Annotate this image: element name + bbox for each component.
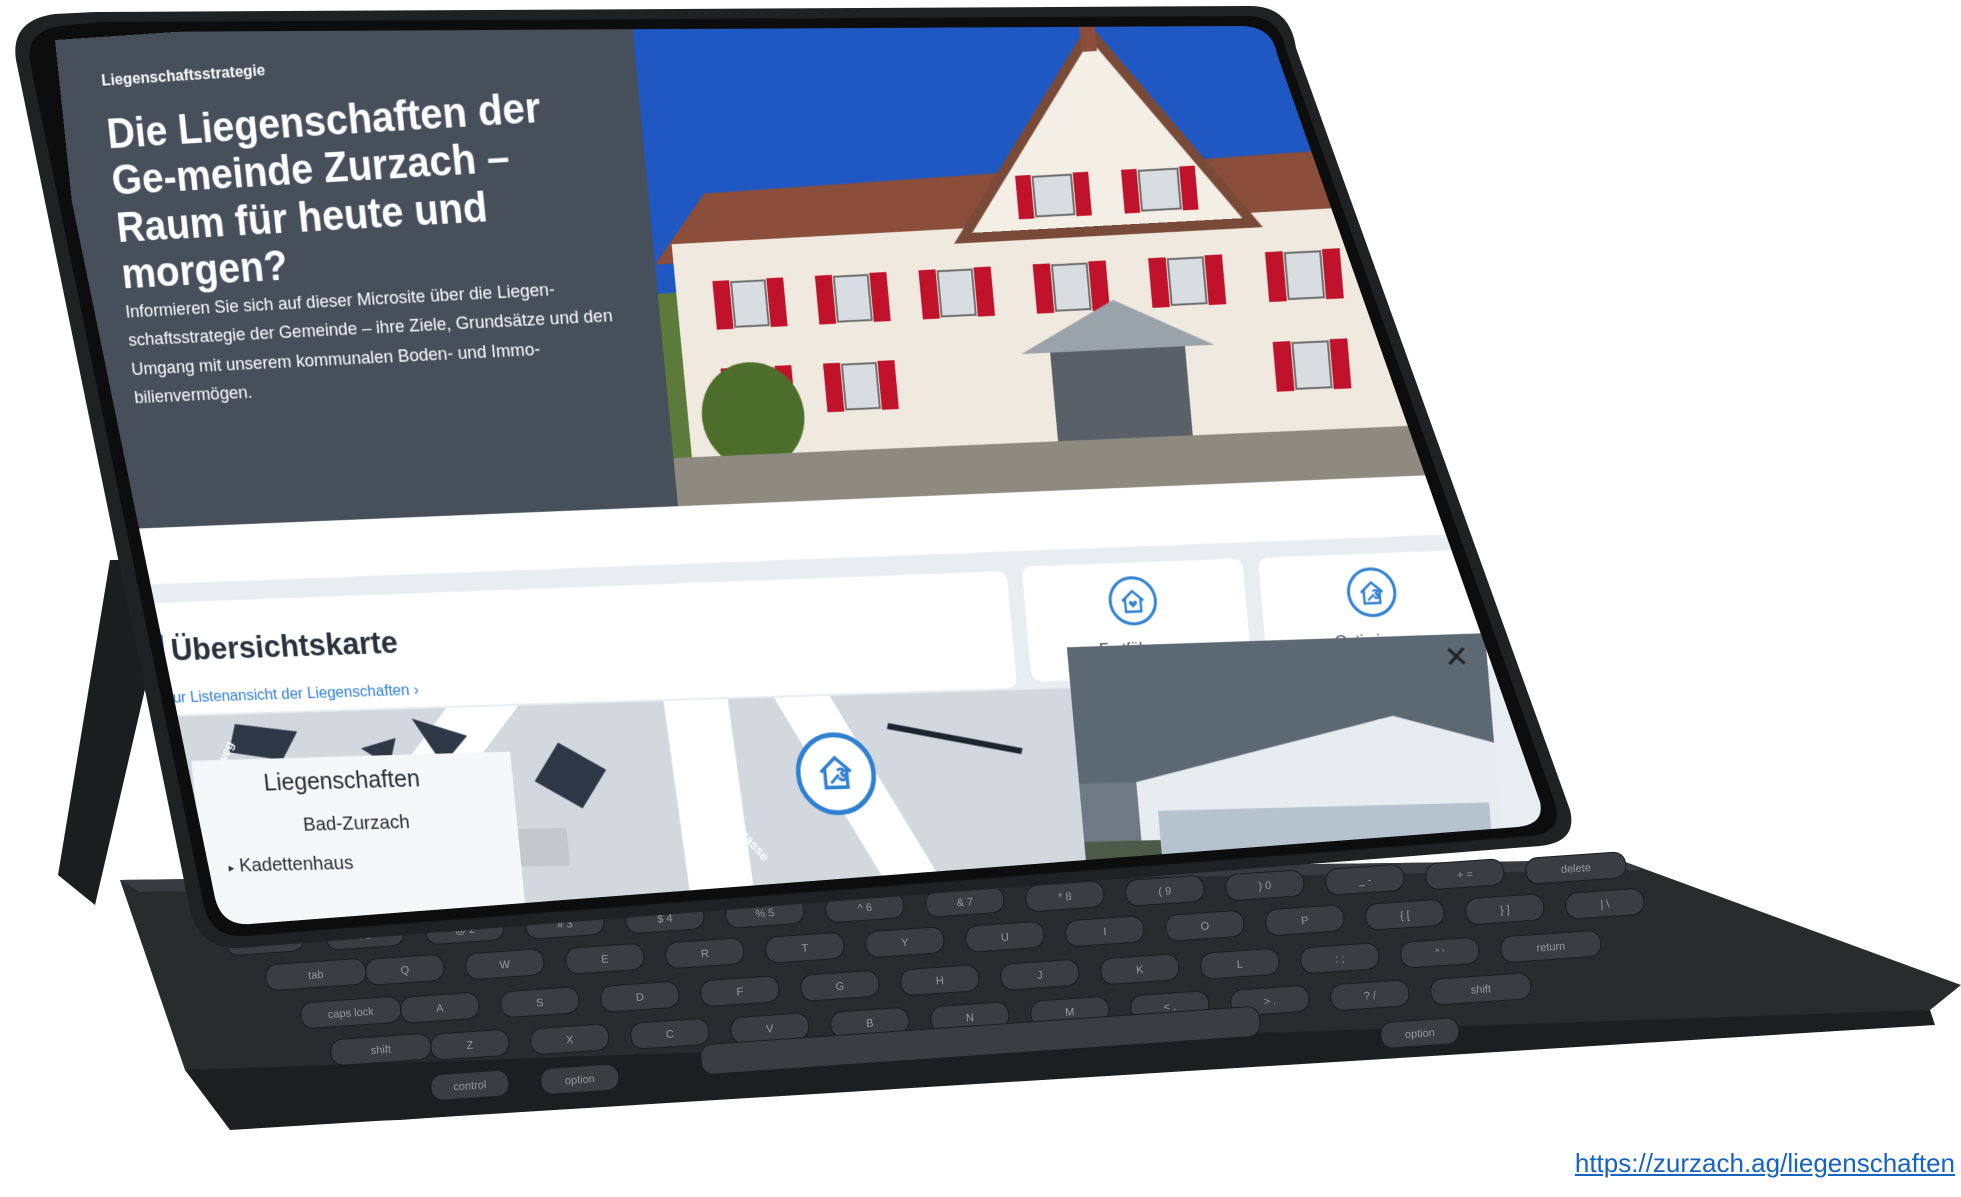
house-heart-icon bbox=[1107, 575, 1159, 626]
property-name: Kadettenhaus bbox=[238, 852, 355, 877]
house-wrench-icon bbox=[1345, 567, 1398, 618]
device-scene: ~! 1@ 2# 3$ 4% 5^ 6& 7* 8( 9) 0_ -+ =del… bbox=[0, 0, 1961, 1197]
property-list-title: Liegenschaften bbox=[262, 763, 422, 797]
source-url-link[interactable]: https://zurzach.ag/liegenschaften bbox=[1575, 1148, 1955, 1179]
page-title: Die Liegenschaften der Ge-meinde Zurzach… bbox=[104, 84, 543, 298]
caret-right-icon: ▸ bbox=[227, 860, 235, 875]
house-wrench-icon bbox=[813, 750, 858, 798]
close-icon[interactable]: ✕ bbox=[1443, 640, 1471, 676]
property-list-group[interactable]: Bad-Zurzach bbox=[302, 811, 411, 836]
section-title: Übersichtskarte bbox=[169, 624, 400, 668]
property-list-item[interactable]: ▸ Kadettenhaus bbox=[227, 852, 354, 877]
